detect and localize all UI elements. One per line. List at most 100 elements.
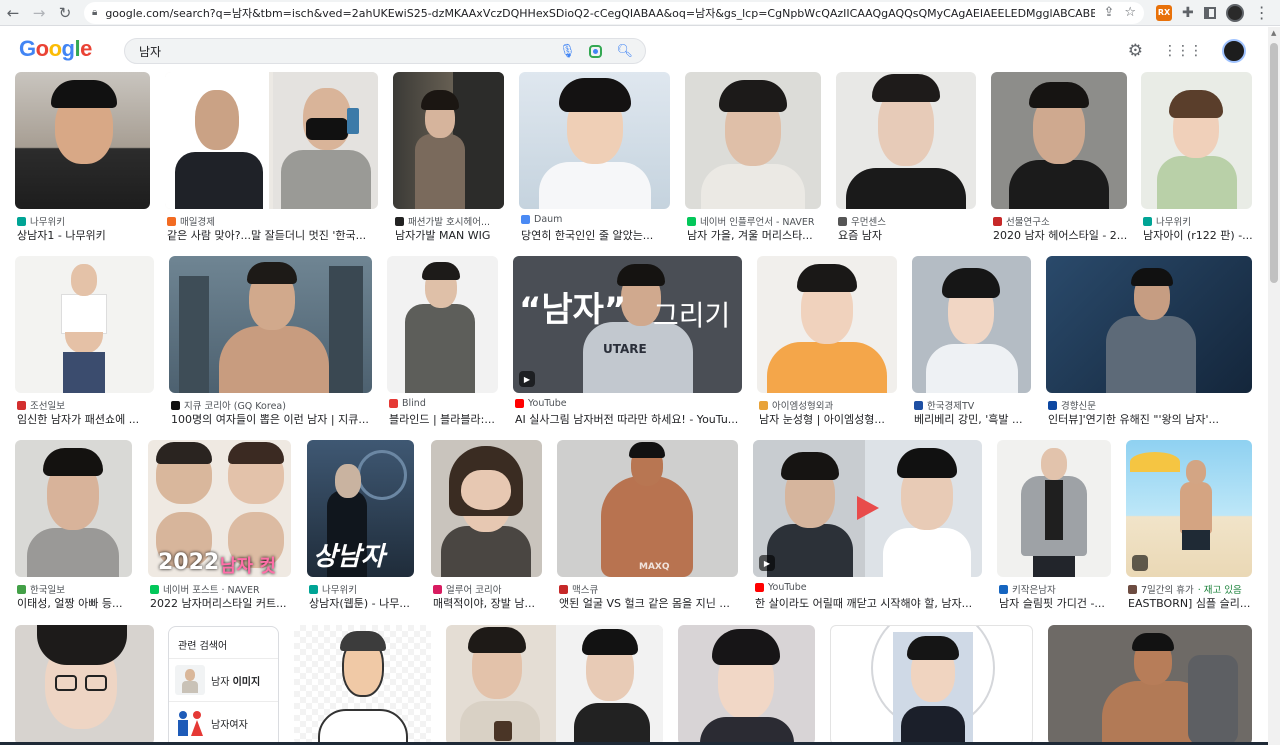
result-thumbnail[interactable]	[757, 256, 897, 393]
result-thumbnail[interactable]: 상남자	[307, 440, 414, 577]
result-thumbnail[interactable]: 2022 남자 컷	[148, 440, 291, 577]
result-source: Daum	[534, 214, 563, 225]
result-source: 패션가발 호시헤어...	[408, 217, 490, 228]
source-favicon	[1128, 584, 1137, 594]
result-source: 나무위키	[1156, 217, 1191, 228]
google-lens-icon[interactable]	[589, 44, 603, 58]
result-caption[interactable]: 블라인드 | 블라블라:...	[389, 411, 500, 427]
source-favicon	[309, 584, 318, 594]
source-favicon	[150, 584, 159, 594]
source-favicon	[389, 399, 398, 408]
result-thumbnail[interactable]	[393, 72, 504, 209]
result-source: 한국경제TV	[927, 401, 975, 412]
result-caption[interactable]: 당연히 한국인인 줄 알았는...	[521, 227, 671, 243]
back-icon[interactable]: ←	[0, 0, 26, 26]
related-search-item[interactable]: 남자 이미지	[169, 659, 278, 702]
search-icon[interactable]: 🔍︎	[616, 44, 633, 59]
address-bar[interactable]: 🔒︎ google.com/search?q=남자&tbm=isch&ved=2…	[84, 1, 1144, 24]
result-caption[interactable]: 남자 가을, 겨울 머리스타...	[687, 227, 823, 243]
result-thumbnail[interactable]	[991, 72, 1127, 209]
result-thumbnail[interactable]	[678, 625, 815, 745]
result-thumbnail[interactable]	[1048, 625, 1252, 745]
result-caption[interactable]: 이태성, 얼짱 아빠 등...	[17, 595, 134, 611]
result-caption[interactable]: 100명의 여자들이 뽑은 이런 남자 | 지큐...	[171, 411, 374, 427]
result-source: YouTube	[768, 582, 807, 593]
result-caption[interactable]: EASTBORN] 심플 슬리...	[1128, 595, 1254, 611]
result-thumbnail[interactable]	[997, 440, 1111, 577]
profile-avatar[interactable]	[1225, 3, 1244, 22]
result-thumbnail[interactable]	[830, 625, 1033, 745]
result-thumbnail[interactable]	[912, 256, 1031, 393]
source-favicon	[167, 216, 176, 226]
microphone-icon[interactable]: 🎙︎	[559, 44, 576, 59]
google-logo[interactable]: Google	[19, 36, 92, 62]
settings-gear-icon[interactable]: ⚙	[1128, 41, 1143, 61]
source-favicon	[1143, 216, 1152, 226]
page-scrollbar[interactable]: ▲	[1268, 27, 1280, 745]
video-play-icon: ▶	[519, 371, 535, 387]
bookmark-star-icon[interactable]: ☆	[1124, 5, 1136, 20]
share-icon[interactable]: ⇪	[1103, 5, 1114, 20]
result-caption[interactable]: AI 실사그림 남자버전 따라만 하세요! - YouTu...	[515, 411, 744, 427]
result-thumbnail[interactable]	[431, 440, 542, 577]
result-thumbnail[interactable]	[15, 440, 132, 577]
result-caption[interactable]: 매력적이야, 장발 남...	[433, 595, 544, 611]
result-caption[interactable]: 남자 슬림핏 가디건 -...	[999, 595, 1113, 611]
result-thumbnail[interactable]	[169, 256, 372, 393]
source-favicon	[687, 216, 696, 226]
result-caption[interactable]: 임신한 남자가 패션쇼에 ...	[17, 411, 156, 427]
extension-icon[interactable]: RX	[1156, 4, 1172, 21]
related-prefix: 남자	[211, 676, 233, 688]
result-thumbnail[interactable]: ▶	[753, 440, 982, 577]
logo-letter: o	[35, 36, 49, 61]
result-thumbnail[interactable]	[685, 72, 821, 209]
source-favicon	[1048, 400, 1057, 410]
result-caption[interactable]: 2020 남자 헤어스타일 - 2...	[993, 227, 1129, 243]
result-source: 나무위키	[322, 585, 357, 596]
forward-icon[interactable]: →	[26, 0, 52, 26]
result-caption[interactable]: 남자 눈성형 | 아이엠성형...	[759, 411, 899, 427]
result-thumbnail[interactable]	[387, 256, 498, 393]
result-thumbnail[interactable]: “남자” 그리기 UTARE ▶	[513, 256, 742, 393]
extensions-puzzle-icon[interactable]: ✚	[1182, 5, 1194, 21]
result-caption[interactable]: 앳된 얼굴 VS 헐크 같은 몸을 지닌 ...	[559, 595, 740, 611]
result-caption[interactable]: 베리베리 강민, '흑발 ...	[914, 411, 1033, 427]
menu-kebab-icon[interactable]: ⋮	[1254, 3, 1270, 22]
result-thumbnail[interactable]	[446, 625, 663, 745]
result-caption[interactable]: 남자가발 MAN WIG	[395, 227, 506, 243]
result-thumbnail[interactable]	[1141, 72, 1252, 209]
result-thumbnail[interactable]	[519, 72, 670, 209]
search-box: 🎙︎ 🔍︎	[124, 38, 646, 64]
search-input[interactable]	[139, 44, 559, 58]
related-search-item[interactable]: 남자여자	[169, 702, 278, 744]
result-thumbnail[interactable]	[15, 256, 154, 393]
apps-grid-icon[interactable]: ⋮⋮⋮	[1163, 43, 1203, 59]
result-caption[interactable]: 상남자(웹툰) - 나무...	[309, 595, 416, 611]
result-caption[interactable]: 인터뷰]'연기한 유해진 "'왕의 남자'...	[1048, 411, 1254, 427]
account-avatar[interactable]	[1222, 39, 1246, 63]
result-thumbnail[interactable]	[165, 72, 378, 209]
source-favicon	[759, 400, 768, 410]
side-panel-icon[interactable]	[1203, 6, 1216, 19]
result-caption[interactable]: 한 살이라도 어릴때 깨닫고 시작해야 할, 남자...	[755, 595, 984, 611]
reload-icon[interactable]: ↻	[52, 0, 78, 26]
result-caption[interactable]: 같은 사람 맞아?...말 잘듣더니 멋진 '한국...	[167, 227, 377, 243]
result-thumbnail[interactable]	[836, 72, 976, 209]
result-caption[interactable]: 요즘 남자	[838, 227, 978, 243]
result-caption[interactable]: 2022 남자머리스타일 커트...	[150, 595, 293, 611]
result-source: 조선일보	[30, 401, 65, 412]
result-caption[interactable]: 남자아이 (r122 판) -...	[1143, 227, 1254, 243]
result-thumbnail[interactable]	[15, 72, 150, 209]
scrollbar-thumb[interactable]	[1270, 43, 1278, 283]
result-thumbnail[interactable]	[294, 625, 431, 745]
result-source: 선물연구소	[1006, 217, 1050, 228]
result-thumbnail[interactable]	[15, 625, 154, 745]
result-caption[interactable]: 상남자1 - 나무위키	[17, 227, 152, 243]
result-source: 얼루어 코리아	[446, 585, 502, 596]
scroll-up-arrow-icon[interactable]: ▲	[1271, 29, 1276, 37]
result-thumbnail[interactable]	[1126, 440, 1252, 577]
result-thumbnail[interactable]	[1046, 256, 1252, 393]
thumbnail-subtitle-text: 그리기	[653, 299, 731, 332]
result-thumbnail[interactable]: MAXQ	[557, 440, 738, 577]
result-source: Blind	[402, 398, 426, 409]
